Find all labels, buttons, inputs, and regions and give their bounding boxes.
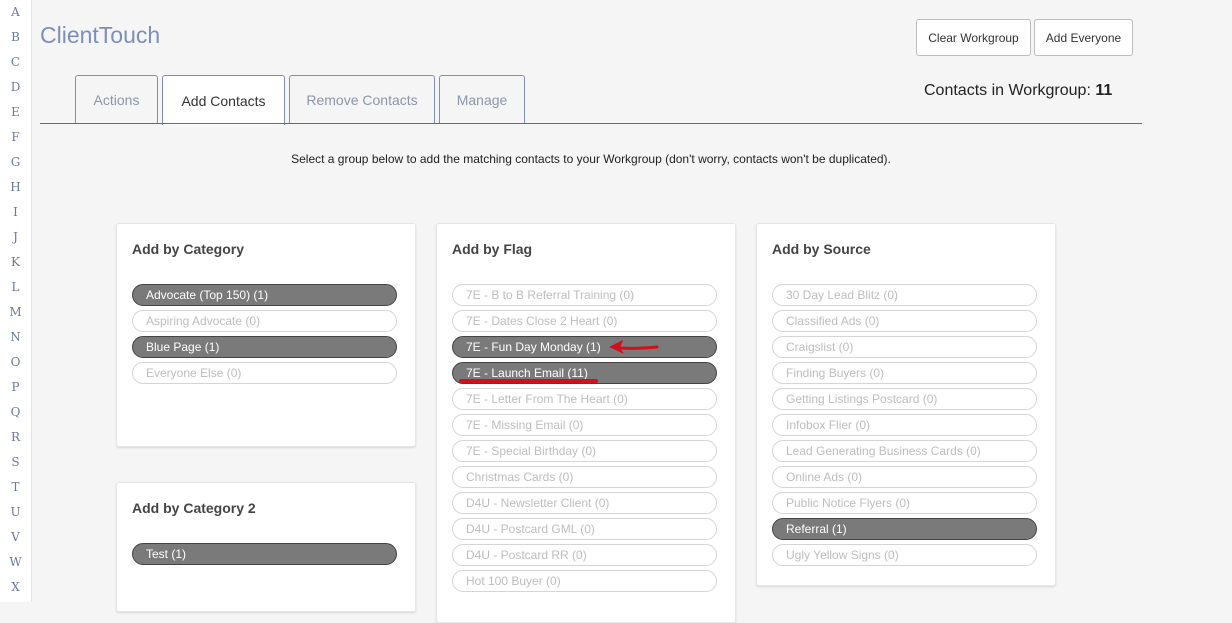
group-pill[interactable]: Blue Page (1) [132,336,397,358]
alphabet-letter-a[interactable]: A [0,4,31,20]
alphabet-nav: ABCDEFGHIJKLMNOPQRSTUVWX [0,0,32,602]
alphabet-letter-c[interactable]: C [0,54,31,70]
group-pill[interactable]: Referral (1) [772,518,1037,540]
group-pill[interactable]: Aspiring Advocate (0) [132,310,397,332]
annotation-arrow-icon [609,340,659,354]
panel-category: Add by Category Advocate (Top 150) (1) As… [116,223,416,447]
alphabet-letter-d[interactable]: D [0,79,31,95]
workgroup-count: Contacts in Workgroup: 11 [924,82,1112,100]
group-pill[interactable]: 7E - Letter From The Heart (0) [452,388,717,410]
alphabet-letter-n[interactable]: N [0,329,31,345]
panel-flag: Add by Flag 7E - B to B Referral Trainin… [436,223,736,623]
alphabet-letter-q[interactable]: Q [0,404,31,420]
clear-workgroup-button[interactable]: Clear Workgroup [916,19,1031,56]
workgroup-count-value: 11 [1095,82,1113,99]
alphabet-letter-h[interactable]: H [0,179,31,195]
alphabet-letter-i[interactable]: I [0,204,31,220]
group-pill[interactable]: Everyone Else (0) [132,362,397,384]
group-pill[interactable]: D4U - Postcard GML (0) [452,518,717,540]
panel-category-2-title: Add by Category 2 [132,500,256,516]
alphabet-letter-m[interactable]: M [0,304,31,320]
alphabet-letter-e[interactable]: E [0,104,31,120]
alphabet-letter-b[interactable]: B [0,29,31,45]
panel-category-title: Add by Category [132,241,245,257]
panel-source-title: Add by Source [772,241,871,257]
panel-category-2: Add by Category 2 Test (1) [116,482,416,612]
alphabet-letter-j[interactable]: J [0,229,31,245]
group-pill[interactable]: Getting Listings Postcard (0) [772,388,1037,410]
group-pill[interactable]: Public Notice Flyers (0) [772,492,1037,514]
alphabet-letter-o[interactable]: O [0,354,31,370]
alphabet-letter-k[interactable]: K [0,254,31,270]
group-pill[interactable]: Advocate (Top 150) (1) [132,284,397,306]
alphabet-letter-v[interactable]: V [0,529,31,545]
add-everyone-button[interactable]: Add Everyone [1034,19,1133,56]
panel-flag-title: Add by Flag [452,241,533,257]
group-pill[interactable]: Infobox Flier (0) [772,414,1037,436]
group-pill[interactable]: 30 Day Lead Blitz (0) [772,284,1037,306]
group-pill[interactable]: Hot 100 Buyer (0) [452,570,717,592]
group-pill[interactable]: Lead Generating Business Cards (0) [772,440,1037,462]
alphabet-letter-f[interactable]: F [0,129,31,145]
group-pill[interactable]: 7E - Fun Day Monday (1) [452,336,717,358]
group-pill[interactable]: 7E - Missing Email (0) [452,414,717,436]
group-pill[interactable]: Ugly Yellow Signs (0) [772,544,1037,566]
group-pill[interactable]: 7E - Dates Close 2 Heart (0) [452,310,717,332]
tab-actions[interactable]: Actions [75,75,158,124]
tab-divider [40,123,1142,124]
group-pill[interactable]: Classified Ads (0) [772,310,1037,332]
panel-source: Add by Source 30 Day Lead Blitz (0) Class… [756,223,1056,586]
group-pill[interactable]: 7E - Special Birthday (0) [452,440,717,462]
instructions-text: Select a group below to add the matching… [291,152,891,166]
alphabet-letter-x[interactable]: X [0,579,31,595]
tab-manage[interactable]: Manage [439,75,525,124]
app-title: ClientTouch [40,22,161,48]
alphabet-letter-r[interactable]: R [0,429,31,445]
alphabet-letter-t[interactable]: T [0,479,31,495]
group-pill[interactable]: Christmas Cards (0) [452,466,717,488]
group-pill[interactable]: D4U - Newsletter Client (0) [452,492,717,514]
alphabet-letter-u[interactable]: U [0,504,31,520]
alphabet-letter-l[interactable]: L [0,279,31,295]
group-pill[interactable]: 7E - B to B Referral Training (0) [452,284,717,306]
group-pill[interactable]: Finding Buyers (0) [772,362,1037,384]
alphabet-letter-w[interactable]: W [0,554,31,570]
group-pill[interactable]: D4U - Postcard RR (0) [452,544,717,566]
tab-add-contacts[interactable]: Add Contacts [162,75,285,125]
tab-remove-contacts[interactable]: Remove Contacts [289,75,435,124]
group-pill[interactable]: Craigslist (0) [772,336,1037,358]
alphabet-letter-s[interactable]: S [0,454,31,470]
alphabet-letter-p[interactable]: P [0,379,31,395]
annotation-underline [459,379,598,383]
group-pill[interactable]: Online Ads (0) [772,466,1037,488]
workgroup-count-label: Contacts in Workgroup: [924,82,1091,99]
group-pill[interactable]: Test (1) [132,543,397,565]
